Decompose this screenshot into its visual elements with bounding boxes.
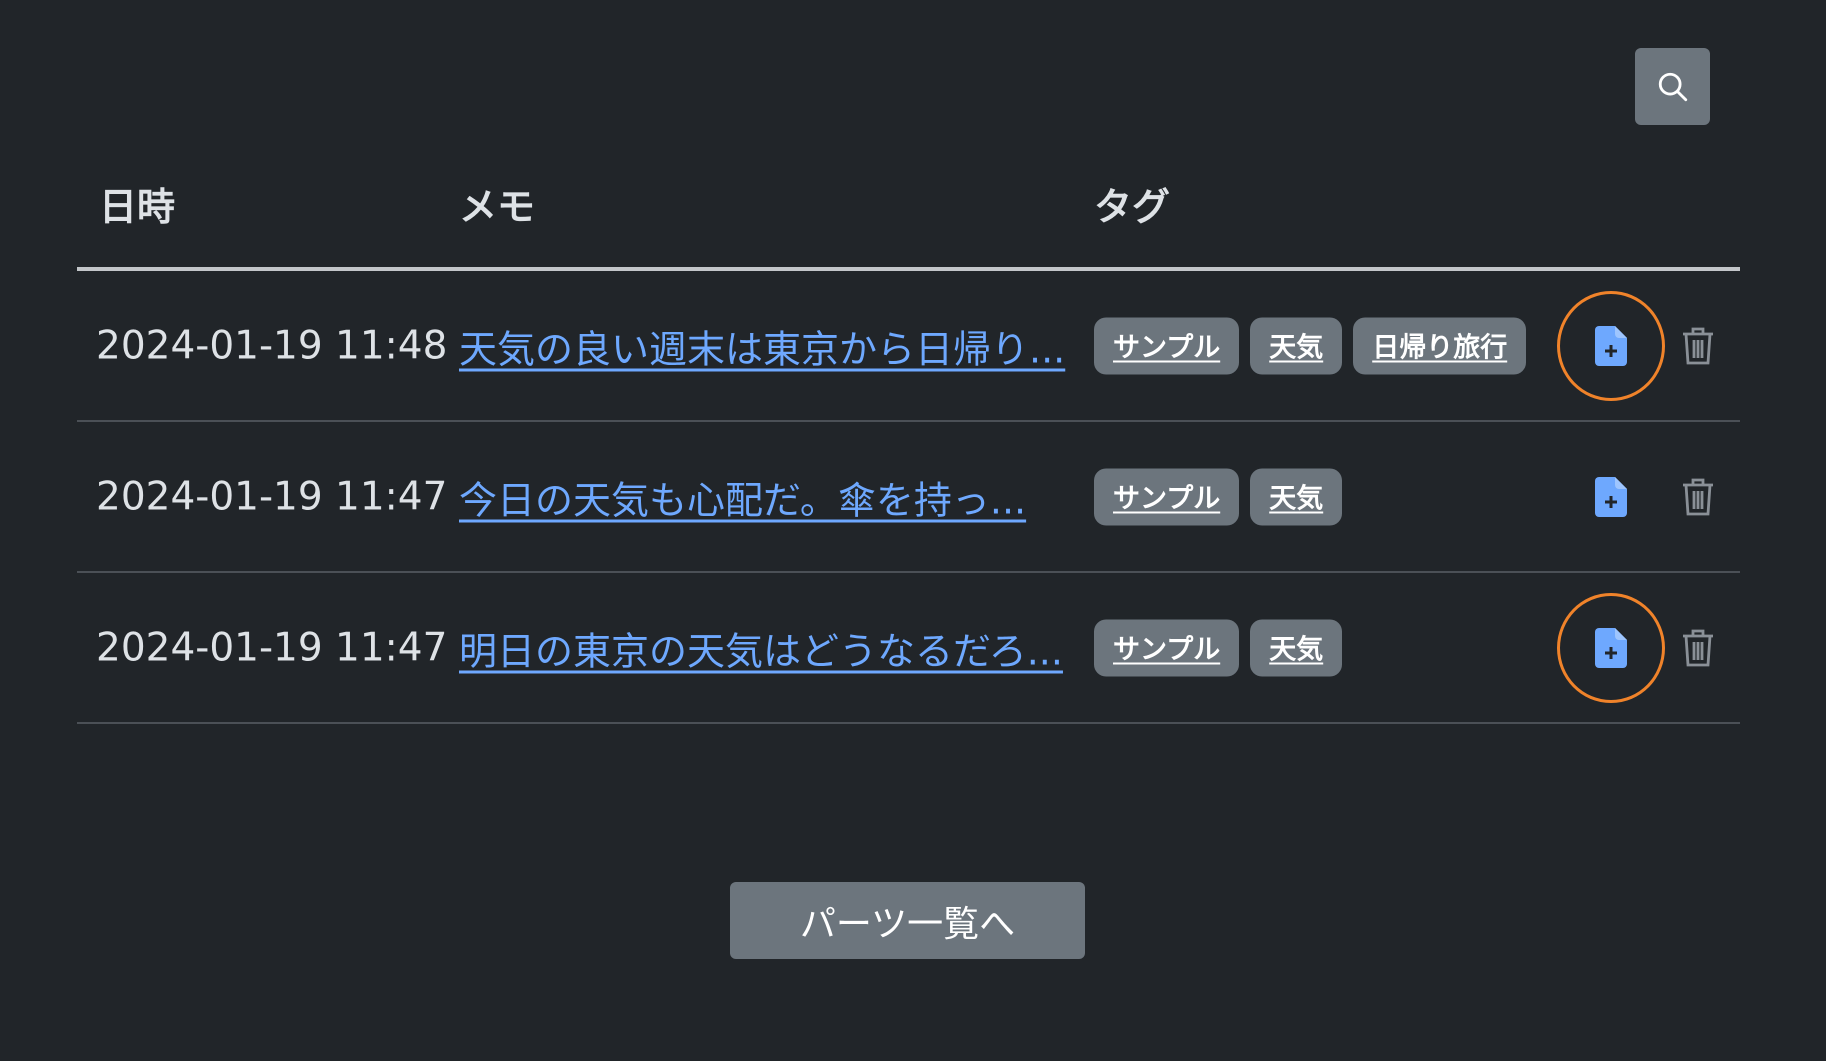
trash-icon xyxy=(1683,629,1713,666)
add-to-document-button[interactable] xyxy=(1591,324,1631,368)
tag-badge[interactable]: サンプル xyxy=(1094,468,1240,525)
memo-link[interactable]: 明日の東京の天気はどうなるだろ... xyxy=(459,620,1063,675)
table-row: 2024-01-19 11:47 今日の天気も心配だ。傘を持っ... サンプル 天気 xyxy=(77,422,1740,573)
add-to-document-button[interactable] xyxy=(1591,626,1631,670)
table-header: 日時 メモ タグ xyxy=(77,140,1740,271)
file-plus-icon xyxy=(1595,476,1627,517)
trash-icon xyxy=(1683,327,1713,364)
table-row: 2024-01-19 11:48 天気の良い週末は東京から日帰り... サンプル 天気… xyxy=(77,271,1740,422)
memo-link[interactable]: 天気の良い週末は東京から日帰り... xyxy=(459,318,1065,373)
tag-badge[interactable]: 天気 xyxy=(1250,468,1343,525)
memo-table: 日時 メモ タグ 2024-01-19 11:48 天気の良い週末は東京から日帰り… xyxy=(77,140,1740,724)
add-to-document-button[interactable] xyxy=(1591,475,1631,519)
column-header-datetime: 日時 xyxy=(99,185,176,229)
tag-badge[interactable]: 天気 xyxy=(1250,619,1343,676)
row-datetime: 2024-01-19 11:47 xyxy=(96,625,448,670)
tag-badge[interactable]: 天気 xyxy=(1250,317,1343,374)
tag-list: サンプル 天気 xyxy=(1094,619,1343,676)
tag-badge[interactable]: サンプル xyxy=(1094,619,1240,676)
tag-list: サンプル 天気 xyxy=(1094,468,1343,525)
table-row: 2024-01-19 11:47 明日の東京の天気はどうなるだろ... サンプル 天気 xyxy=(77,573,1740,724)
table-body: 2024-01-19 11:48 天気の良い週末は東京から日帰り... サンプル 天気… xyxy=(77,271,1740,724)
trash-icon xyxy=(1683,478,1713,515)
page: 日時 メモ タグ 2024-01-19 11:48 天気の良い週末は東京から日帰り… xyxy=(0,0,1826,1061)
parts-list-button[interactable]: パーツ一覧へ xyxy=(730,882,1085,959)
tag-badge[interactable]: 日帰り旅行 xyxy=(1353,317,1527,374)
delete-button[interactable] xyxy=(1678,626,1718,670)
search-icon xyxy=(1658,72,1687,101)
column-header-tags: タグ xyxy=(1094,185,1171,229)
memo-link[interactable]: 今日の天気も心配だ。傘を持っ... xyxy=(459,469,1026,524)
file-plus-icon xyxy=(1595,325,1627,366)
delete-button[interactable] xyxy=(1678,324,1718,368)
delete-button[interactable] xyxy=(1678,475,1718,519)
search-button[interactable] xyxy=(1635,48,1710,125)
file-plus-icon xyxy=(1595,627,1627,668)
column-header-memo: メモ xyxy=(459,185,536,229)
row-datetime: 2024-01-19 11:48 xyxy=(96,323,448,368)
tag-badge[interactable]: サンプル xyxy=(1094,317,1240,374)
tag-list: サンプル 天気 日帰り旅行 xyxy=(1094,317,1527,374)
row-datetime: 2024-01-19 11:47 xyxy=(96,474,448,519)
